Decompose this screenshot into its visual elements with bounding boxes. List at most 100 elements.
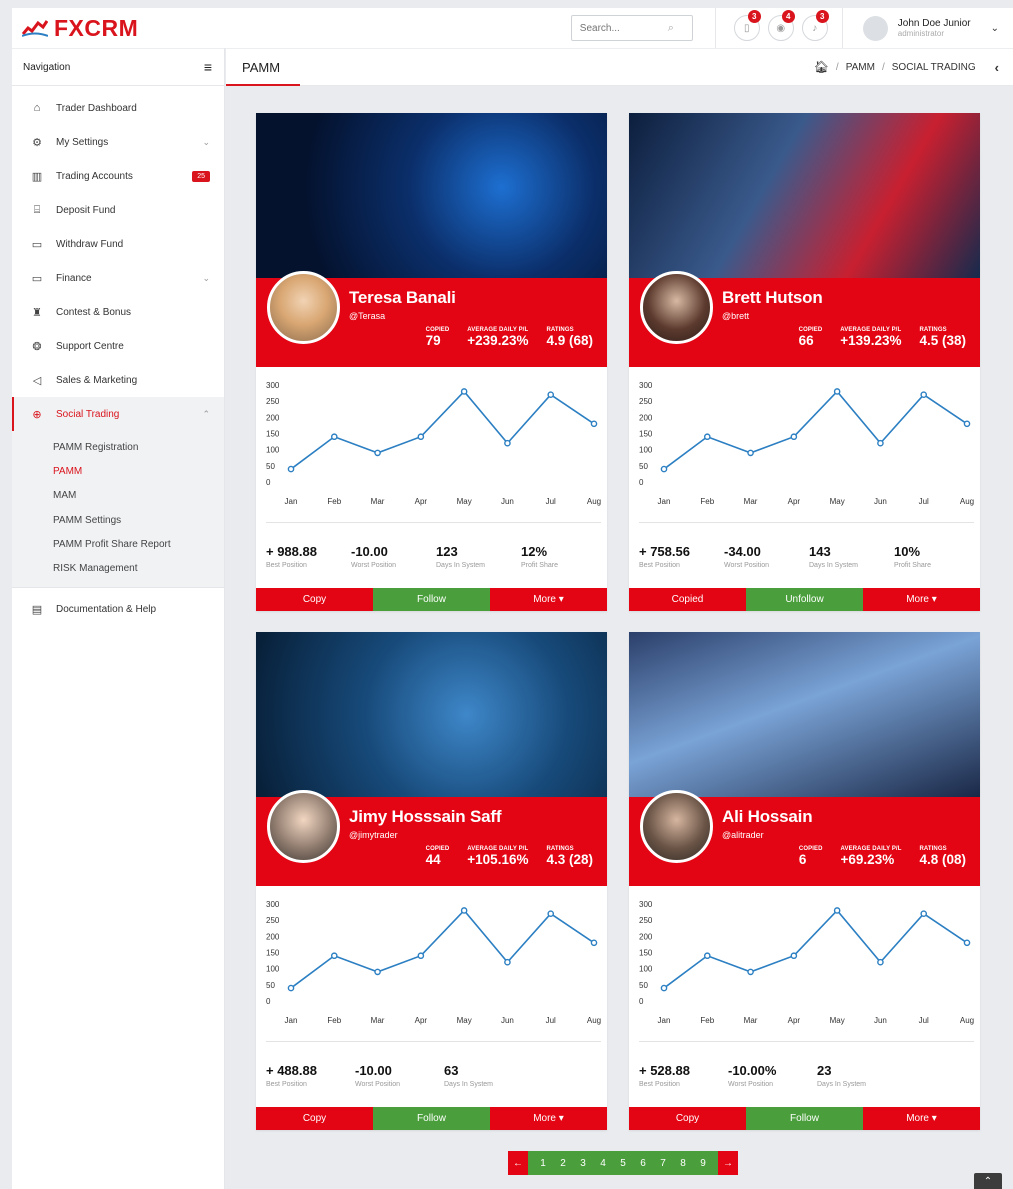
arrow-right-icon[interactable]: → (718, 1151, 738, 1175)
page-number[interactable]: 9 (693, 1158, 713, 1169)
search-box[interactable]: ⌕ (570, 15, 693, 41)
sidebar-item-my-settings[interactable]: ⚙ My Settings ⌄ (12, 125, 224, 159)
follow-button[interactable]: Follow (746, 1107, 863, 1130)
copy-button[interactable]: Copy (256, 1107, 373, 1130)
more-button[interactable]: More ▾ (490, 588, 607, 611)
hamburger-icon[interactable]: ≡ (204, 59, 212, 75)
trader-name[interactable]: Jimy Hosssain Saff (349, 807, 502, 827)
user-menu[interactable]: John Doe Junior administrator ⌄ (843, 8, 1013, 48)
data-point[interactable] (660, 984, 668, 992)
avatar[interactable] (640, 790, 713, 863)
sidebar-subitem-mam[interactable]: MAM (12, 484, 224, 508)
page-number[interactable]: 2 (553, 1158, 573, 1169)
copy-button[interactable]: Copy (629, 1107, 746, 1130)
data-point[interactable] (287, 465, 295, 473)
eye-icon[interactable]: ◉ 4 (767, 10, 795, 41)
copy-button[interactable]: Copied (629, 588, 746, 611)
scroll-to-top-button[interactable]: ⌃ (974, 1173, 1002, 1189)
search-icon[interactable]: ⌕ (668, 22, 674, 35)
data-point[interactable] (920, 910, 928, 918)
more-button[interactable]: More ▾ (863, 588, 980, 611)
avatar[interactable] (267, 271, 340, 344)
follow-button[interactable]: Unfollow (746, 588, 863, 611)
sidebar-subitem-risk-management[interactable]: RISK Management (12, 556, 224, 580)
data-point[interactable] (703, 433, 711, 441)
data-point[interactable] (963, 420, 971, 428)
data-point[interactable] (660, 465, 668, 473)
trader-name[interactable]: Teresa Banali (349, 288, 456, 308)
trader-name[interactable]: Brett Hutson (722, 288, 823, 308)
data-point[interactable] (877, 439, 884, 447)
data-point[interactable] (833, 388, 841, 395)
page-number[interactable]: 8 (673, 1158, 693, 1169)
sidebar-item-contest-bonus[interactable]: ♜ Contest & Bonus (12, 295, 224, 329)
sidebar-subitem-pamm-registration[interactable]: PAMM Registration (12, 435, 224, 459)
sidebar-item-trader-dashboard[interactable]: ⌂ Trader Dashboard (12, 91, 224, 125)
breadcrumb-item[interactable]: PAMM (846, 62, 875, 73)
page-number[interactable]: 6 (633, 1158, 653, 1169)
trader-name[interactable]: Ali Hossain (722, 807, 813, 827)
copy-button[interactable]: Copy (256, 588, 373, 611)
sidebar-item-sales-marketing[interactable]: ◁ Sales & Marketing (12, 363, 224, 397)
data-point[interactable] (460, 388, 468, 395)
bell-icon[interactable]: ♪ 3 (801, 10, 829, 41)
data-point[interactable] (504, 439, 511, 447)
sidebar-item-social-trading[interactable]: ⊕ Social Trading ⌃ (12, 397, 224, 431)
data-point[interactable] (287, 984, 295, 992)
page-number[interactable]: 3 (573, 1158, 593, 1169)
sidebar-subitem-pamm[interactable]: PAMM (12, 459, 224, 483)
data-point[interactable] (460, 907, 468, 914)
trader-metrics: + 758.56 Best Position -34.00 Worst Positio… (639, 545, 979, 570)
avatar[interactable] (640, 271, 713, 344)
follow-button[interactable]: Follow (373, 588, 490, 611)
data-point[interactable] (833, 907, 841, 914)
data-point[interactable] (920, 391, 928, 399)
data-point[interactable] (790, 433, 798, 441)
sidebar-item-finance[interactable]: ▭ Finance ⌄ (12, 261, 224, 295)
sidebar-item-deposit-fund[interactable]: ⌸ Deposit Fund (12, 193, 224, 227)
data-point[interactable] (330, 433, 338, 441)
sidebar-item-documentation-help[interactable]: ▤ Documentation & Help (12, 593, 224, 627)
avatar[interactable] (267, 790, 340, 863)
metric-label: Days In System (809, 562, 859, 569)
sidebar-item-support-centre[interactable]: ❂ Support Centre (12, 329, 224, 363)
arrow-left-icon[interactable]: ← (508, 1151, 528, 1175)
page-number[interactable]: 1 (533, 1158, 553, 1169)
logo[interactable]: FXCRM (12, 15, 225, 42)
data-point[interactable] (747, 968, 754, 976)
data-point[interactable] (590, 939, 598, 947)
y-tick-label: 0 (266, 478, 271, 487)
data-point[interactable] (417, 433, 425, 441)
search-input[interactable] (579, 22, 668, 34)
data-point[interactable] (417, 952, 425, 960)
metric: 23 Days In System (817, 1064, 906, 1089)
home-icon[interactable]: 🏠︎ (814, 60, 829, 74)
sidebar-subitem-pamm-settings[interactable]: PAMM Settings (12, 508, 224, 532)
data-point[interactable] (590, 420, 598, 428)
page-number[interactable]: 5 (613, 1158, 633, 1169)
data-point[interactable] (547, 910, 555, 918)
sidebar-subitem-pamm-profit-share-report[interactable]: PAMM Profit Share Report (12, 532, 224, 556)
document-icon[interactable]: ▯ 3 (733, 10, 761, 41)
data-point[interactable] (547, 391, 555, 399)
gear-icon: ⚙ (32, 136, 42, 149)
page-number[interactable]: 7 (653, 1158, 673, 1169)
more-button[interactable]: More ▾ (863, 1107, 980, 1130)
data-point[interactable] (747, 449, 754, 457)
data-point[interactable] (790, 952, 798, 960)
page-number[interactable]: 4 (593, 1158, 613, 1169)
chevron-left-icon[interactable]: ‹ (995, 60, 999, 75)
data-point[interactable] (504, 958, 511, 966)
stat-copied: COPIED 66 (798, 327, 823, 348)
data-point[interactable] (703, 952, 711, 960)
data-point[interactable] (330, 952, 338, 960)
chevron-down-icon[interactable]: ⌄ (991, 23, 999, 34)
sidebar-item-withdraw-fund[interactable]: ▭ Withdraw Fund (12, 227, 224, 261)
data-point[interactable] (374, 449, 381, 457)
data-point[interactable] (963, 939, 971, 947)
data-point[interactable] (374, 968, 381, 976)
more-button[interactable]: More ▾ (490, 1107, 607, 1130)
follow-button[interactable]: Follow (373, 1107, 490, 1130)
data-point[interactable] (877, 958, 884, 966)
sidebar-item-trading-accounts[interactable]: ▥ Trading Accounts 25 (12, 159, 224, 193)
